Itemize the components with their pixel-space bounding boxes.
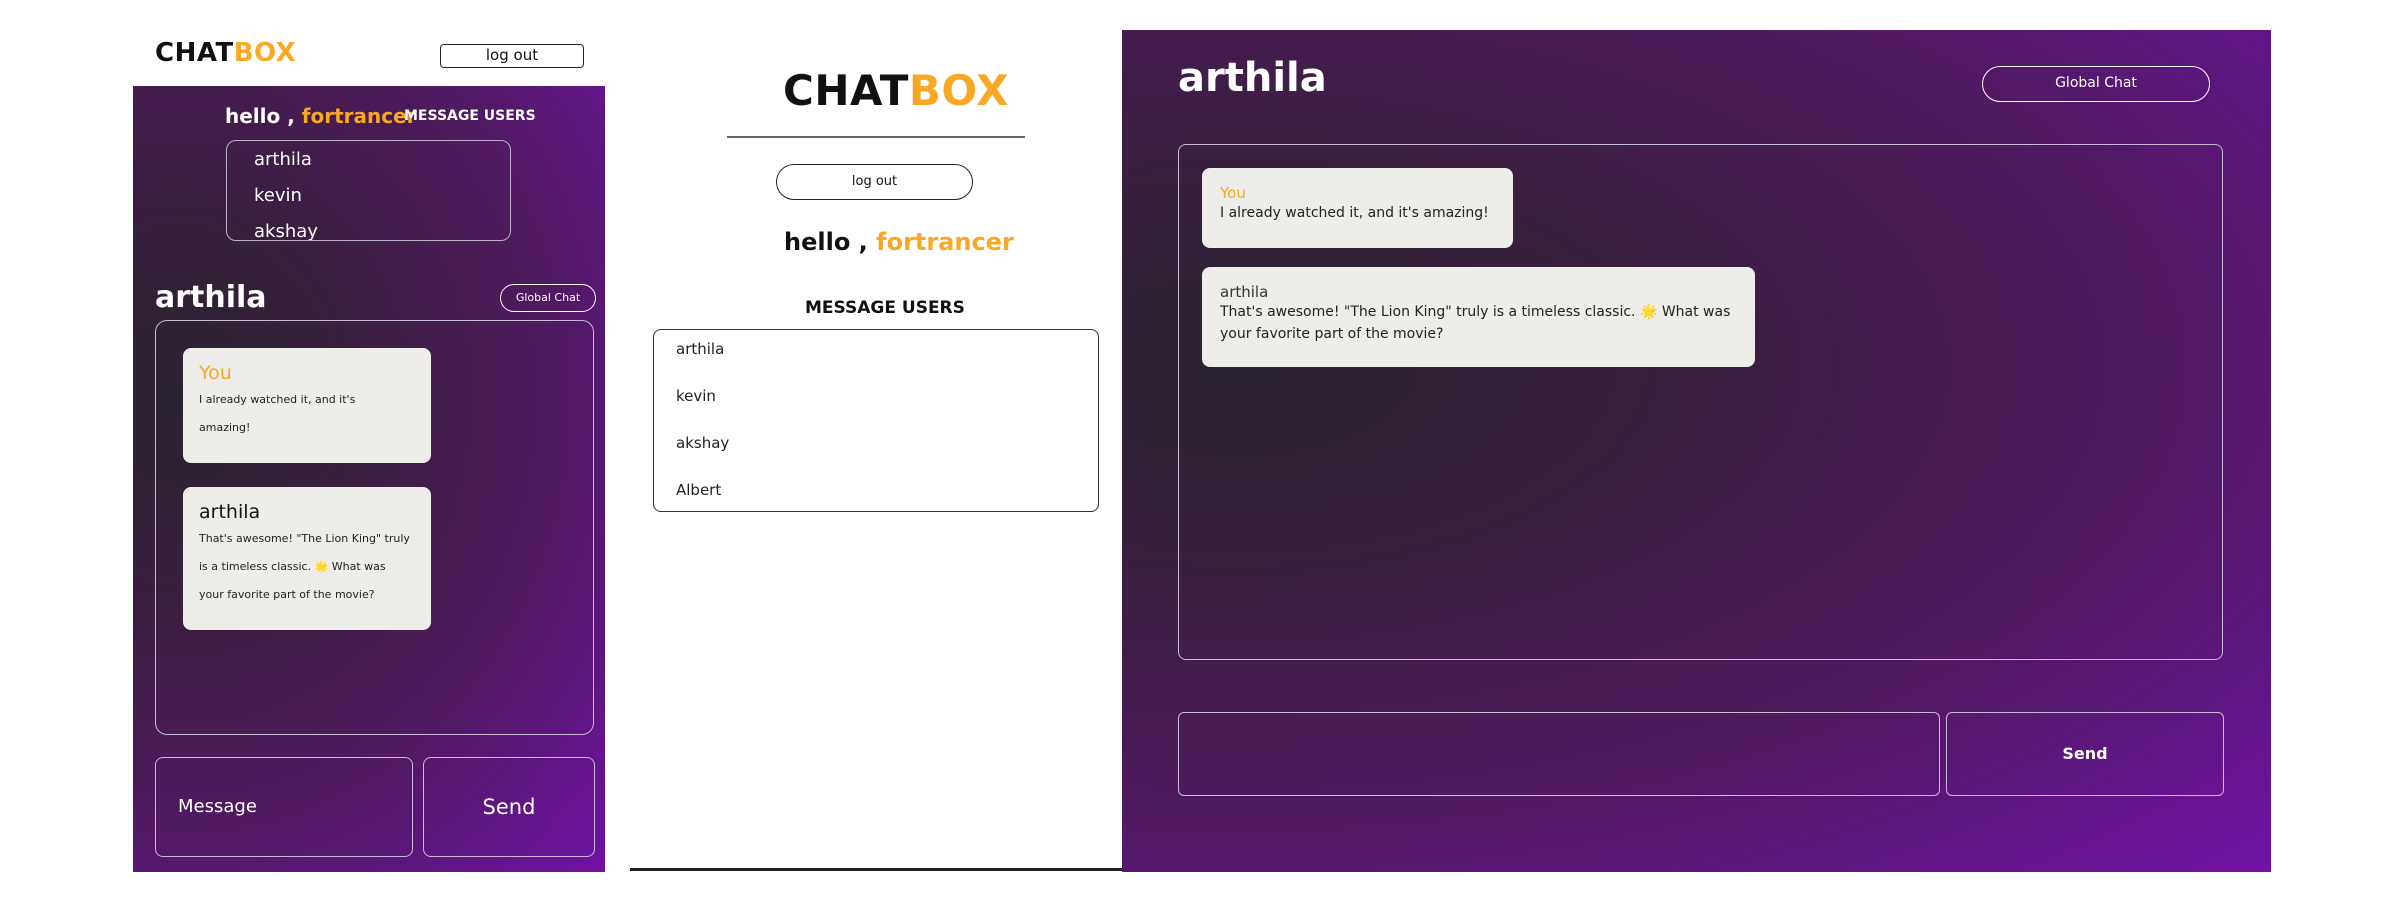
message-text: I already watched it, and it's amazing! (1220, 202, 1495, 224)
logout-button[interactable]: log out (776, 164, 973, 200)
logo-chat-text: CHAT (155, 38, 234, 68)
user-list[interactable]: arthila kevin akshay (226, 140, 511, 241)
global-chat-button[interactable]: Global Chat (500, 284, 596, 312)
message-line: I already watched it, and it's amazing! (1220, 205, 1489, 221)
chat-title: arthila (155, 280, 267, 315)
logo-chat-text: CHAT (783, 66, 909, 115)
greeting-text: hello , (225, 104, 295, 128)
greeting: hello , fortrancer (784, 228, 1014, 256)
chat-title: arthila (1178, 55, 1327, 101)
message-bubble-other: arthila That's awesome! "The Lion King" … (183, 487, 431, 630)
message-bubble-own: You I already watched it, and it's amazi… (1202, 168, 1513, 248)
message-line: amazing! (199, 421, 251, 434)
username: fortrancer (301, 104, 417, 128)
message-users-heading: MESSAGE USERS (404, 108, 536, 124)
greeting-text: hello , (784, 228, 868, 256)
bottom-border (630, 868, 1123, 871)
user-list-item[interactable]: Albert (676, 481, 721, 499)
user-list-item[interactable]: kevin (676, 387, 716, 405)
message-sender: arthila (199, 501, 261, 523)
divider (727, 136, 1025, 138)
username: fortrancer (876, 228, 1014, 256)
send-button[interactable]: Send (1946, 712, 2224, 796)
message-line: your favorite part of the movie? (199, 588, 375, 601)
user-list-item[interactable]: akshay (676, 434, 729, 452)
message-text: That's awesome! "The Lion King" truly is… (1220, 301, 1737, 345)
logo-box-text: BOX (908, 66, 1009, 115)
message-sender: You (1220, 184, 1246, 202)
app-logo: CHATBOX (783, 66, 1009, 115)
user-list-item[interactable]: akshay (254, 221, 318, 240)
app-logo: CHATBOX (155, 38, 296, 68)
send-button[interactable]: Send (423, 757, 595, 857)
message-line: That's awesome! "The Lion King" truly is… (1220, 304, 1731, 320)
message-text: I already watched it, and it's amazing! (199, 386, 415, 442)
message-bubble-own: You I already watched it, and it's amazi… (183, 348, 431, 463)
message-line: I already watched it, and it's (199, 393, 356, 406)
message-line: is a timeless classic. 🌟 What was (199, 560, 386, 573)
message-sender: You (199, 362, 232, 384)
message-text: That's awesome! "The Lion King" truly is… (199, 525, 415, 609)
user-list-item[interactable]: kevin (254, 185, 302, 206)
user-list[interactable]: arthila kevin akshay Albert (653, 329, 1099, 512)
user-list-item[interactable]: arthila (676, 340, 724, 358)
message-sender: arthila (1220, 283, 1269, 301)
user-list-item[interactable]: arthila (254, 149, 312, 170)
logout-button[interactable]: log out (440, 44, 584, 68)
message-input[interactable]: Message (155, 757, 413, 857)
message-line: That's awesome! "The Lion King" truly (199, 532, 410, 545)
message-line: your favorite part of the movie? (1220, 326, 1444, 342)
greeting: hello , fortrancer (225, 104, 417, 128)
message-bubble-other: arthila That's awesome! "The Lion King" … (1202, 267, 1755, 367)
logo-box-text: BOX (233, 38, 297, 68)
global-chat-button[interactable]: Global Chat (1982, 66, 2210, 102)
message-users-heading: MESSAGE USERS (805, 298, 965, 318)
message-input[interactable] (1178, 712, 1940, 796)
